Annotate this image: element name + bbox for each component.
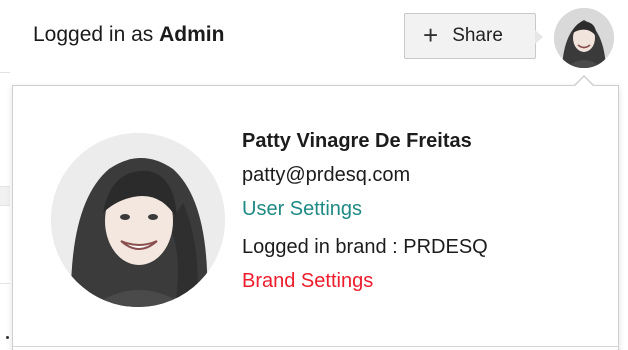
page: Logged in as Admin + Share Patty Vinagre… [0,0,628,350]
user-photo-avatar-icon [51,133,225,307]
dropdown-caret-fill [574,77,594,87]
profile-info: Patty Vinagre De Freitas patty@prdesq.co… [242,124,488,298]
background-row [0,186,10,206]
share-button[interactable]: + Share [404,13,536,59]
login-status: Logged in as Admin [33,20,224,50]
dropdown-divider [13,346,618,347]
user-settings-link[interactable]: User Settings [242,192,362,226]
profile-avatar [51,133,225,307]
logged-in-brand-prefix: Logged in brand : [242,236,404,258]
background-divider [0,72,10,73]
profile-dropdown: Patty Vinagre De Freitas patty@prdesq.co… [12,85,619,350]
logged-in-brand: Logged in brand : PRDESQ [242,230,488,264]
logged-in-brand-name: PRDESQ [403,236,488,258]
user-avatar-button[interactable] [554,8,614,68]
login-status-role: Admin [159,23,225,46]
user-photo-avatar-icon [554,8,614,68]
share-arrow-icon [535,30,543,44]
share-button-label: Share [452,25,503,46]
profile-email: patty@prdesq.com [242,164,411,186]
profile-name: Patty Vinagre De Freitas [242,130,472,152]
background-divider [0,283,10,284]
plus-icon: + [423,20,439,50]
brand-settings-link[interactable]: Brand Settings [242,264,373,298]
login-status-prefix: Logged in as [33,23,160,46]
background-dot [6,336,9,339]
